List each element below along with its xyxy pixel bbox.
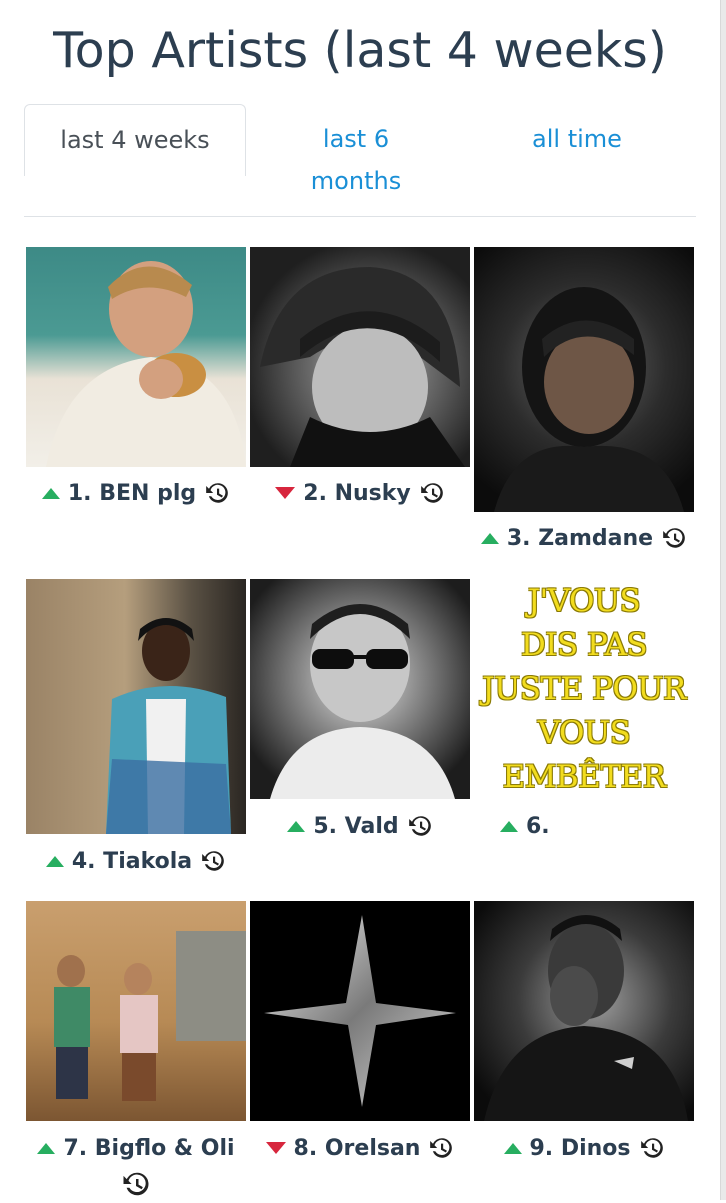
image-text-line: J'VOUS xyxy=(527,583,641,619)
artist-photo xyxy=(46,261,246,467)
artist-photo xyxy=(484,915,688,1121)
artist-caption: 3. Zamdane xyxy=(474,523,694,553)
artist-name[interactable]: 9. Dinos xyxy=(530,1136,631,1161)
artist-caption: 4. Tiakola xyxy=(26,846,246,876)
artist-caption: 7. Bigflo & Oli xyxy=(26,1133,246,1163)
artist-name[interactable]: 7. Bigflo & Oli xyxy=(63,1136,234,1161)
tab-last-4-weeks[interactable]: last 4 weeks xyxy=(24,104,246,176)
artist-photo xyxy=(260,267,465,467)
history-icon[interactable] xyxy=(428,1135,454,1161)
artist-caption: 9. Dinos xyxy=(474,1133,694,1163)
artist-name[interactable]: 4. Tiakola xyxy=(72,849,192,874)
scrollbar[interactable] xyxy=(720,0,726,1200)
triangle-up-icon xyxy=(480,532,499,544)
history-icon[interactable] xyxy=(200,848,226,874)
history-icon[interactable] xyxy=(407,813,433,839)
artist-image-dinos[interactable] xyxy=(474,901,694,1121)
artist-photo xyxy=(54,931,246,1101)
triangle-up-icon xyxy=(287,820,306,832)
tabs-divider xyxy=(24,216,696,217)
artist-caption: 8. Orelsan xyxy=(250,1133,470,1163)
artist-image-nusky[interactable] xyxy=(250,247,470,467)
history-icon[interactable] xyxy=(121,1169,151,1199)
history-icon[interactable] xyxy=(661,525,687,551)
artist-photo xyxy=(270,604,455,799)
triangle-down-icon xyxy=(265,1142,286,1154)
image-text-line: DIS PAS xyxy=(520,627,648,663)
triangle-up-icon xyxy=(45,855,64,867)
artist-image-tiakola[interactable] xyxy=(26,579,246,834)
image-text-line: EMBÊTER xyxy=(502,759,666,795)
artist-photo xyxy=(106,618,231,834)
artist-photo xyxy=(494,287,684,512)
artist-caption: 1. BEN plg xyxy=(26,478,246,508)
image-text-line: JUSTE POUR xyxy=(482,671,686,707)
time-range-tabs: last 4 weeks last 6 months all time xyxy=(24,104,696,218)
artist-name[interactable]: 5. Vald xyxy=(313,814,398,839)
artist-name[interactable]: 2. Nusky xyxy=(303,481,410,506)
artist-image-bigflo-oli[interactable] xyxy=(26,901,246,1121)
artist-image-zamdane[interactable] xyxy=(474,247,694,512)
triangle-up-icon xyxy=(503,1142,522,1154)
history-icon[interactable] xyxy=(419,480,445,506)
history-icon[interactable] xyxy=(639,1135,665,1161)
artist-caption: 2. Nusky xyxy=(250,478,470,508)
artist-name[interactable]: 8. Orelsan xyxy=(294,1136,421,1161)
artist-image-ben-plg[interactable] xyxy=(26,247,246,467)
artist-photo xyxy=(264,915,456,1107)
artist-name[interactable]: 1. BEN plg xyxy=(68,481,196,506)
artist-image-vald[interactable] xyxy=(250,579,470,799)
artist-image-orelsan[interactable] xyxy=(250,901,470,1121)
triangle-down-icon xyxy=(275,487,296,499)
tab-all-time[interactable]: all time xyxy=(482,104,672,216)
artist-caption: 6. xyxy=(474,811,610,841)
tab-last-6-months[interactable]: last 6 months xyxy=(290,104,422,216)
history-icon[interactable] xyxy=(204,480,230,506)
artist-name[interactable]: 6. xyxy=(526,814,550,839)
triangle-up-icon xyxy=(41,487,60,499)
triangle-up-icon xyxy=(500,820,518,832)
triangle-up-icon xyxy=(37,1142,56,1154)
page-title: Top Artists (last 4 weeks) xyxy=(53,22,667,79)
artist-caption: 5. Vald xyxy=(250,811,470,841)
artist-name[interactable]: 3. Zamdane xyxy=(507,526,653,551)
artist-image-text-tile[interactable]: J'VOUS DIS PAS JUSTE POUR VOUS EMBÊTER xyxy=(474,579,694,799)
image-text-line: VOUS xyxy=(537,715,631,751)
